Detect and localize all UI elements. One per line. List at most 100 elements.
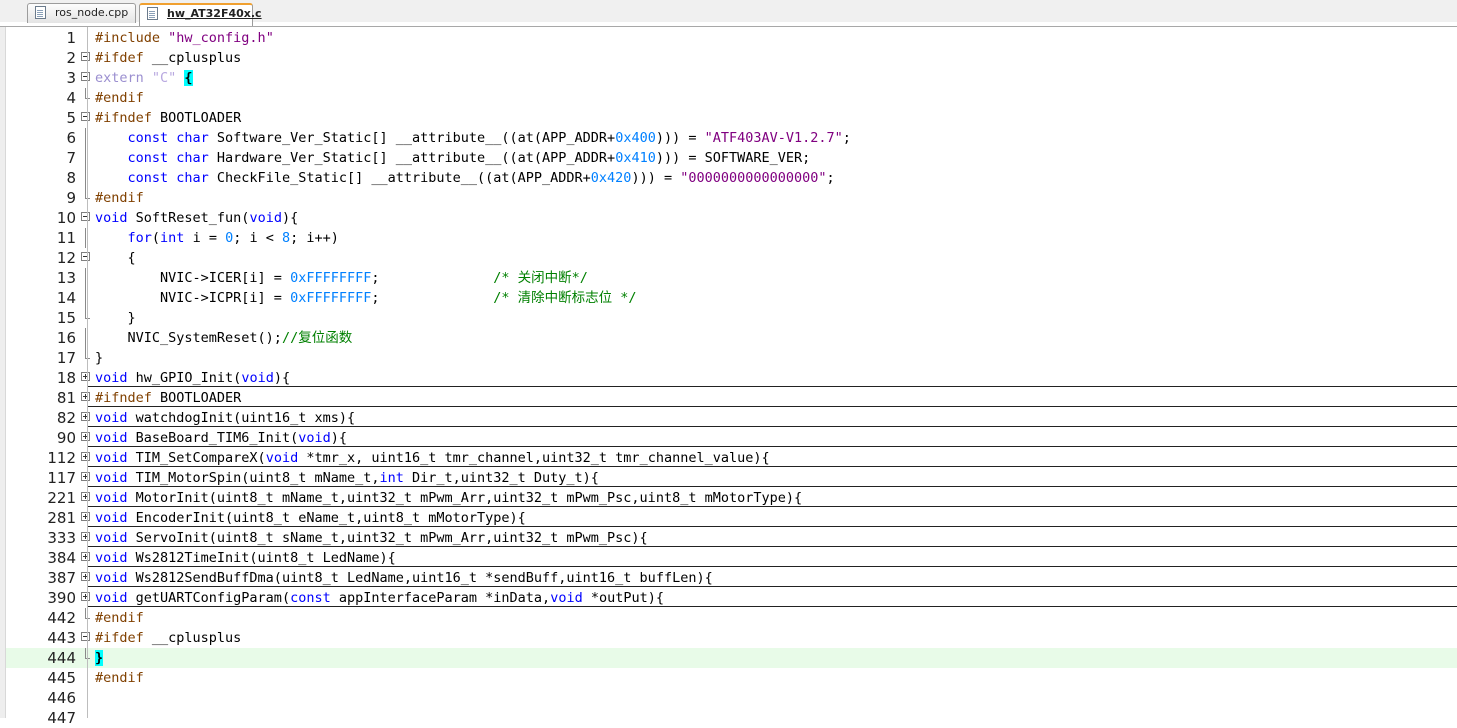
fold-expand-icon[interactable] [81,592,90,601]
code-line[interactable]: 15 } [6,308,1457,328]
code-text: void Ws2812TimeInit(uint8_t LedName){ [95,548,396,568]
code-line[interactable]: 90 void BaseBoard_TIM6_Init(void){ [6,428,1457,448]
line-number: 390 [47,589,76,607]
code-text: extern "C" { [95,68,193,88]
fold-expand-icon[interactable] [81,432,90,441]
code-line[interactable]: 445 #endif [6,668,1457,688]
code-token: *outPut){ [590,590,664,606]
line-number: 82 [56,409,76,427]
code-token: void [241,370,274,386]
fold-guide [85,128,86,148]
code-line[interactable]: 333 void ServoInit(uint8_t sName_t,uint32… [6,528,1457,548]
code-line[interactable]: 82 void watchdogInit(uint16_t xms){ [6,408,1457,428]
line-number: 4 [66,89,76,107]
code-token: Dir_t,uint32_t Duty_t){ [412,470,599,486]
fold-expand-icon[interactable] [81,472,90,481]
code-token: __cplusplus [151,50,242,66]
fold-expand-icon[interactable] [81,532,90,541]
code-token: ; [371,270,494,286]
code-line[interactable]: 443 #ifdef __cplusplus [6,628,1457,648]
code-line[interactable]: 117 void TIM_MotorSpin(uint8_t mName_t,in… [6,468,1457,488]
code-line[interactable]: 281 void EncoderInit(uint8_t eName_t,uint… [6,508,1457,528]
code-line[interactable]: 387 void Ws2812SendBuffDma(uint8_t LedNam… [6,568,1457,588]
line-number: 90 [56,429,76,447]
code-line[interactable]: 2 #ifdef __cplusplus [6,48,1457,68]
code-token: SoftReset_fun( [135,210,250,226]
code-token: const char [127,150,217,166]
code-line[interactable]: 221 void MotorInit(uint8_t mName_t,uint32… [6,488,1457,508]
code-token: NVIC->ICPR[i] = [95,290,291,306]
code-line[interactable]: 5 #ifndef BOOTLOADER [6,108,1457,128]
fold-collapse-icon[interactable] [81,112,90,121]
fold-collapse-icon[interactable] [81,52,90,61]
code-token: BOOTLOADER [160,390,242,406]
code-text: #ifndef BOOTLOADER [95,388,241,408]
tab-ros-node-cpp[interactable]: ros_node.cpp [27,3,136,23]
code-line[interactable]: 4 #endif [6,88,1457,108]
file-icon [35,6,46,19]
line-number: 11 [56,229,76,247]
code-line[interactable]: 8 const char CheckFile_Static[] __attrib… [6,168,1457,188]
code-token: #endif [95,90,144,106]
code-line[interactable]: 3 extern "C" { [6,68,1457,88]
code-line[interactable]: 9 #endif [6,188,1457,208]
code-text: #endif [95,608,144,628]
code-line[interactable]: 390 void getUARTConfigParam(const appInte… [6,588,1457,608]
code-token: watchdogInit(uint16_t xms){ [135,410,356,426]
code-line[interactable]: 81 #ifndef BOOTLOADER [6,388,1457,408]
code-token: BOOTLOADER [160,110,242,126]
fold-collapse-icon[interactable] [81,212,90,221]
fold-collapse-icon[interactable] [81,632,90,641]
code-line[interactable]: 1 #include "hw_config.h" [6,28,1457,48]
code-token: void [95,430,136,446]
code-token: #endif [95,670,144,686]
code-line[interactable]: 447 [6,708,1457,728]
code-token: Software_Ver_Static[] __attribute__((at(… [216,130,616,146]
code-line[interactable]: 10 void SoftReset_fun(void){ [6,208,1457,228]
code-line[interactable]: 7 const char Hardware_Ver_Static[] __att… [6,148,1457,168]
fold-expand-icon[interactable] [81,572,90,581]
code-line[interactable]: 12 { [6,248,1457,268]
fold-collapse-icon[interactable] [81,252,90,261]
fold-expand-icon[interactable] [81,552,90,561]
code-line[interactable]: 13 NVIC->ICER[i] = 0xFFFFFFFF; /* 关闭中断*/ [6,268,1457,288]
code-token: void [95,470,136,486]
code-token: extern [95,70,152,86]
line-number: 12 [56,249,76,267]
code-line[interactable]: 18 void hw_GPIO_Init(void){ [6,368,1457,388]
code-line[interactable]: 442 #endif [6,608,1457,628]
code-line[interactable]: 16 NVIC_SystemReset();//复位函数 [6,328,1457,348]
code-line[interactable]: 444} [6,648,1457,668]
code-line[interactable]: 384 void Ws2812TimeInit(uint8_t LedName){ [6,548,1457,568]
code-token: #include [95,30,169,46]
code-line[interactable]: 112 void TIM_SetCompareX(void *tmr_x, uin… [6,448,1457,468]
tab-hw-at32f40x-c[interactable]: hw_AT32F40x.c [139,3,262,26]
code-text: #ifndef BOOTLOADER [95,108,241,128]
fold-collapse-icon[interactable] [81,72,90,81]
fold-end-marker [85,88,90,99]
fold-expand-icon[interactable] [81,412,90,421]
tab-label: hw_AT32F40x.c [167,7,262,20]
code-line[interactable]: 14 NVIC->ICPR[i] = 0xFFFFFFFF; /* 清除中断标志… [6,288,1457,308]
code-token: ){ [281,210,299,226]
code-line[interactable]: 11 for(int i = 0; i < 8; i++) [6,228,1457,248]
code-token: void [298,430,331,446]
code-line[interactable]: 446 [6,688,1457,708]
line-number: 281 [47,509,76,527]
line-number: 14 [56,289,76,307]
line-number: 447 [47,709,76,727]
code-line[interactable]: 6 const char Software_Ver_Static[] __att… [6,128,1457,148]
code-line[interactable]: 17} [6,348,1457,368]
fold-expand-icon[interactable] [81,492,90,501]
code-text: void TIM_MotorSpin(uint8_t mName_t,int D… [95,468,599,488]
code-text: #endif [95,188,144,208]
code-text: void Ws2812SendBuffDma(uint8_t LedName,u… [95,568,713,588]
code-editor[interactable]: 1 #include "hw_config.h" 2 #ifdef __cpluspl… [0,27,1457,727]
line-number: 3 [66,69,76,87]
fold-expand-icon[interactable] [81,452,90,461]
fold-expand-icon[interactable] [81,512,90,521]
code-token: Ws2812SendBuffDma(uint8_t LedName,uint16… [135,570,713,586]
fold-expand-icon[interactable] [81,392,90,401]
fold-expand-icon[interactable] [81,372,90,381]
